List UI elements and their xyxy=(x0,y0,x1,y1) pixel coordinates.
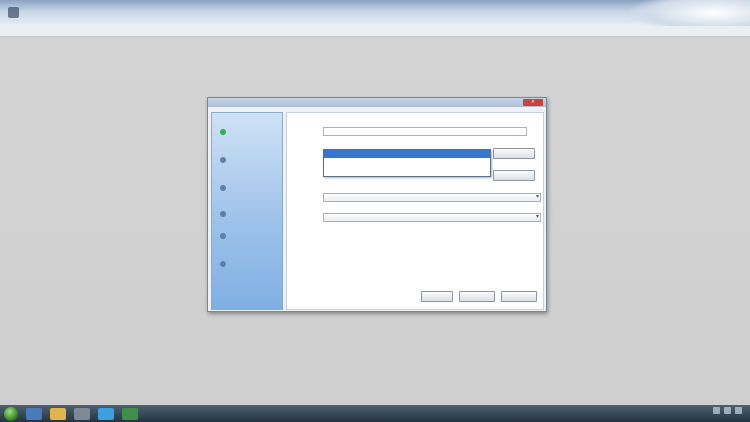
dropdown-option[interactable] xyxy=(324,158,490,166)
type-select[interactable] xyxy=(323,193,541,202)
taskbar xyxy=(0,405,750,422)
wizard-step-4[interactable] xyxy=(220,209,229,218)
app-title-bar xyxy=(0,0,750,32)
wizard-steps-panel xyxy=(211,112,283,310)
name-row xyxy=(291,126,317,135)
name-input[interactable] xyxy=(323,127,527,136)
folder-icon[interactable] xyxy=(50,407,66,420)
next-button[interactable] xyxy=(459,291,495,302)
source-dropdown-list xyxy=(323,149,491,177)
wizard-content xyxy=(286,112,544,310)
volume-icon[interactable] xyxy=(724,407,731,414)
app-title xyxy=(8,5,23,19)
cancel-button[interactable] xyxy=(501,291,537,302)
dialog-title-bar[interactable]: × xyxy=(208,98,546,107)
step-status-icon xyxy=(220,232,226,239)
step-status-icon xyxy=(220,210,226,217)
option-row xyxy=(291,212,317,221)
browse-target-button[interactable] xyxy=(493,170,535,181)
app-logo-icon xyxy=(8,6,19,18)
start-button[interactable] xyxy=(4,406,18,421)
app-icon[interactable] xyxy=(74,407,90,420)
target-row xyxy=(291,170,317,179)
system-tray xyxy=(713,407,746,414)
ie-icon[interactable] xyxy=(26,407,42,420)
app-toolbar xyxy=(0,26,750,37)
option-select[interactable] xyxy=(323,213,541,222)
wizard-dialog: × xyxy=(207,97,547,312)
step-status-icon xyxy=(220,260,226,267)
wizard-step-3[interactable] xyxy=(220,183,229,192)
wizard-step-5[interactable] xyxy=(220,231,229,240)
active-app-icon[interactable] xyxy=(122,407,138,420)
back-button[interactable] xyxy=(421,291,453,302)
dropdown-option[interactable] xyxy=(324,150,490,158)
wizard-step-2[interactable] xyxy=(220,155,229,164)
wizard-step-6[interactable] xyxy=(220,259,229,268)
browser-icon[interactable] xyxy=(98,407,114,420)
step-status-icon xyxy=(220,156,226,163)
source-row xyxy=(291,148,317,157)
wizard-step-1[interactable] xyxy=(220,127,229,136)
step-status-icon xyxy=(220,184,226,191)
close-button[interactable]: × xyxy=(523,99,543,106)
step-status-icon xyxy=(220,128,226,135)
browse-button[interactable] xyxy=(493,148,535,159)
network-icon[interactable] xyxy=(713,407,720,414)
type-row xyxy=(291,192,317,201)
flag-icon[interactable] xyxy=(735,407,742,414)
